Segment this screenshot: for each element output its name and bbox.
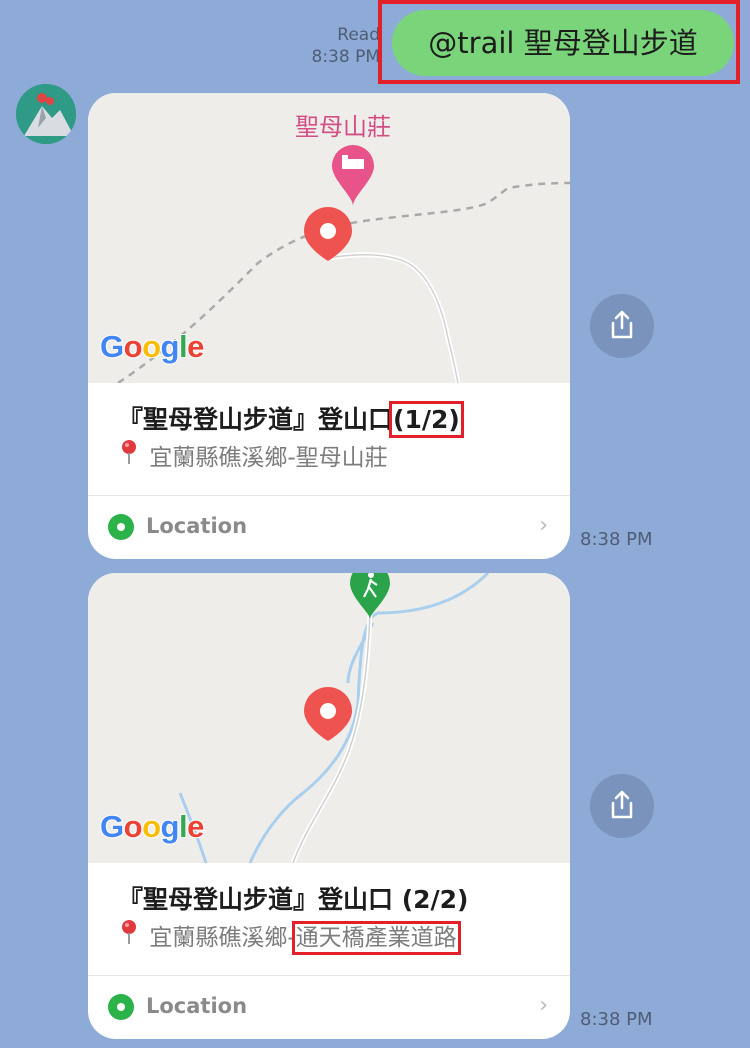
location-label: Location: [146, 514, 248, 538]
location-row[interactable]: Location ›: [88, 976, 570, 1039]
message-meta: Read 8:38 PM: [290, 24, 381, 68]
card-title: 『聖母登山步道』登山口 (2/2): [118, 885, 469, 914]
address-text: 宜蘭縣礁溪鄉-聖母山莊: [149, 445, 388, 471]
location-label: Location: [146, 994, 248, 1018]
message-time: 8:38 PM: [311, 47, 381, 67]
map-pin-icon: [118, 919, 142, 954]
share-button[interactable]: [590, 294, 654, 358]
map-pin-icon: [304, 687, 352, 741]
avatar[interactable]: [16, 84, 76, 144]
card-address: 宜蘭縣礁溪鄉-聖母山莊: [118, 439, 388, 474]
read-status: Read: [337, 25, 380, 45]
address-text: 宜蘭縣礁溪鄉-: [149, 925, 296, 951]
outgoing-message-bubble[interactable]: @trail 聖母登山步道: [392, 10, 734, 76]
map-thumbnail[interactable]: 聖母山莊 Google: [88, 93, 570, 383]
map-thumbnail[interactable]: Google: [88, 573, 570, 863]
location-card-1[interactable]: 聖母山莊 Google 『聖母登山步道』登山口(1/2) 宜蘭縣礁溪鄉-聖母山莊…: [88, 93, 570, 559]
map-pin-icon: [304, 207, 352, 261]
card-title: 『聖母登山步道』登山口(1/2): [118, 401, 464, 438]
chevron-right-icon: ›: [539, 993, 548, 1018]
map-pin-icon: [118, 439, 142, 474]
location-row[interactable]: Location ›: [88, 496, 570, 559]
card-info: 『聖母登山步道』登山口 (2/2) 宜蘭縣礁溪鄉-通天橋產業道路: [88, 863, 570, 975]
location-icon: [108, 514, 134, 540]
card-title-main: 『聖母登山步道』登山口: [118, 405, 394, 434]
card-address: 宜蘭縣礁溪鄉-通天橋產業道路: [118, 919, 461, 955]
map-place-label: 聖母山莊: [295, 113, 391, 141]
card-info: 『聖母登山步道』登山口(1/2) 宜蘭縣礁溪鄉-聖母山莊: [88, 383, 570, 495]
message-time: 8:38 PM: [580, 1009, 653, 1030]
location-icon: [108, 994, 134, 1020]
location-card-2[interactable]: Google 『聖母登山步道』登山口 (2/2) 宜蘭縣礁溪鄉-通天橋產業道路 …: [88, 573, 570, 1039]
chevron-right-icon: ›: [539, 513, 548, 538]
google-logo: Google: [99, 328, 205, 365]
card-title-part: (1/2): [389, 401, 464, 438]
share-icon: [611, 310, 633, 339]
google-logo: Google: [99, 808, 205, 845]
share-icon: [611, 790, 633, 819]
message-time: 8:38 PM: [580, 529, 653, 550]
address-highlight: 通天橋產業道路: [291, 921, 461, 955]
share-button[interactable]: [590, 774, 654, 838]
